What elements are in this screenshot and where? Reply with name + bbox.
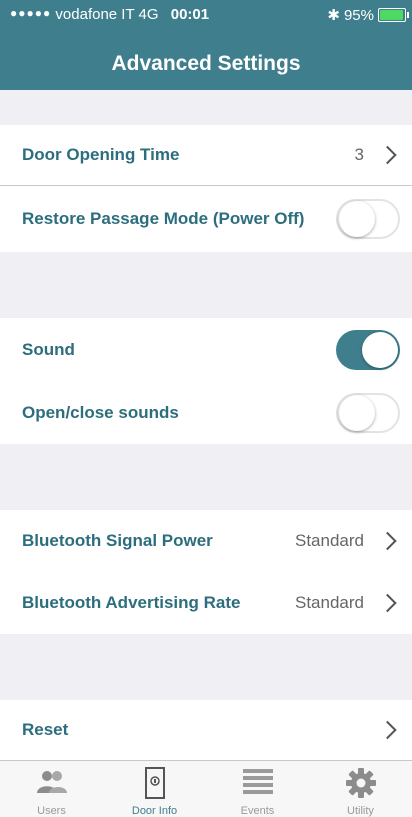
tab-users[interactable]: Users	[0, 761, 103, 817]
bluetooth-signal-power-label: Bluetooth Signal Power	[22, 531, 213, 550]
chevron-right-icon	[378, 531, 397, 551]
battery-fill	[380, 10, 403, 20]
toggle-knob	[362, 331, 398, 368]
battery-percent: 95%	[343, 6, 374, 24]
chevron-right-icon	[378, 720, 397, 740]
chevron-right-icon	[378, 593, 397, 613]
restore-passage-mode-label: Restore Passage Mode (Power Off)	[22, 209, 305, 228]
list-icon	[242, 769, 273, 794]
section-gap	[0, 252, 412, 318]
bluetooth-signal-power-row[interactable]: Bluetooth Signal Power Standard	[0, 510, 412, 572]
section-gap	[0, 444, 412, 510]
sound-group: Sound Open/close sounds	[0, 318, 412, 444]
open-close-sounds-toggle[interactable]	[336, 392, 400, 433]
signal-strength-icon: ●●●●●	[10, 6, 52, 20]
gear-icon	[345, 768, 376, 798]
tab-label: Door Info	[131, 805, 178, 817]
bluetooth-advertising-rate-row[interactable]: Bluetooth Advertising Rate Standard	[0, 572, 412, 634]
door-opening-time-value: 3	[354, 145, 364, 164]
sound-label: Sound	[22, 339, 75, 359]
tab-label: Users	[37, 805, 66, 817]
page-title: Advanced Settings	[111, 52, 301, 75]
open-close-sounds-row: Open/close sounds	[0, 381, 412, 444]
reset-label: Reset	[22, 720, 69, 739]
restore-passage-mode-toggle[interactable]	[336, 199, 400, 239]
reset-row[interactable]: Reset	[0, 700, 412, 760]
section-gap	[0, 634, 412, 700]
tab-door-info[interactable]: Door Info	[103, 761, 206, 817]
chevron-right-icon	[378, 145, 397, 165]
battery-icon	[378, 8, 409, 22]
tab-bar: Users Door Info Events Utility	[0, 760, 412, 817]
bluetooth-group: Bluetooth Signal Power Standard Bluetoot…	[0, 510, 412, 634]
toggle-knob	[339, 394, 375, 431]
clock: 00:01	[170, 6, 210, 23]
tab-utility[interactable]: Utility	[309, 761, 412, 817]
section-gap	[0, 90, 412, 125]
carrier-name: vodafone IT	[55, 6, 135, 23]
status-bar: ●●●●● vodafone IT 4G 00:01 ✱ 95%	[0, 0, 412, 30]
bluetooth-advertising-rate-value: Standard	[295, 593, 364, 612]
sound-row: Sound	[0, 318, 412, 381]
door-icon	[144, 767, 165, 799]
bluetooth-advertising-rate-label: Bluetooth Advertising Rate	[22, 593, 241, 612]
network-type: 4G	[138, 6, 159, 23]
nav-header: ●●●●● vodafone IT 4G 00:01 ✱ 95% Advance…	[0, 0, 412, 90]
open-close-sounds-label: Open/close sounds	[22, 402, 179, 422]
tab-label: Events	[240, 805, 275, 817]
tab-label: Utility	[347, 805, 374, 817]
tab-events[interactable]: Events	[206, 761, 309, 817]
door-opening-time-row[interactable]: Door Opening Time 3	[0, 125, 412, 185]
restore-passage-mode-row: Restore Passage Mode (Power Off)	[0, 186, 412, 252]
toggle-knob	[339, 201, 375, 237]
sound-toggle[interactable]	[336, 329, 400, 370]
bluetooth-signal-power-value: Standard	[295, 531, 364, 550]
users-icon	[36, 771, 67, 793]
bluetooth-icon: ✱	[327, 7, 340, 24]
door-opening-time-label: Door Opening Time	[22, 145, 180, 164]
